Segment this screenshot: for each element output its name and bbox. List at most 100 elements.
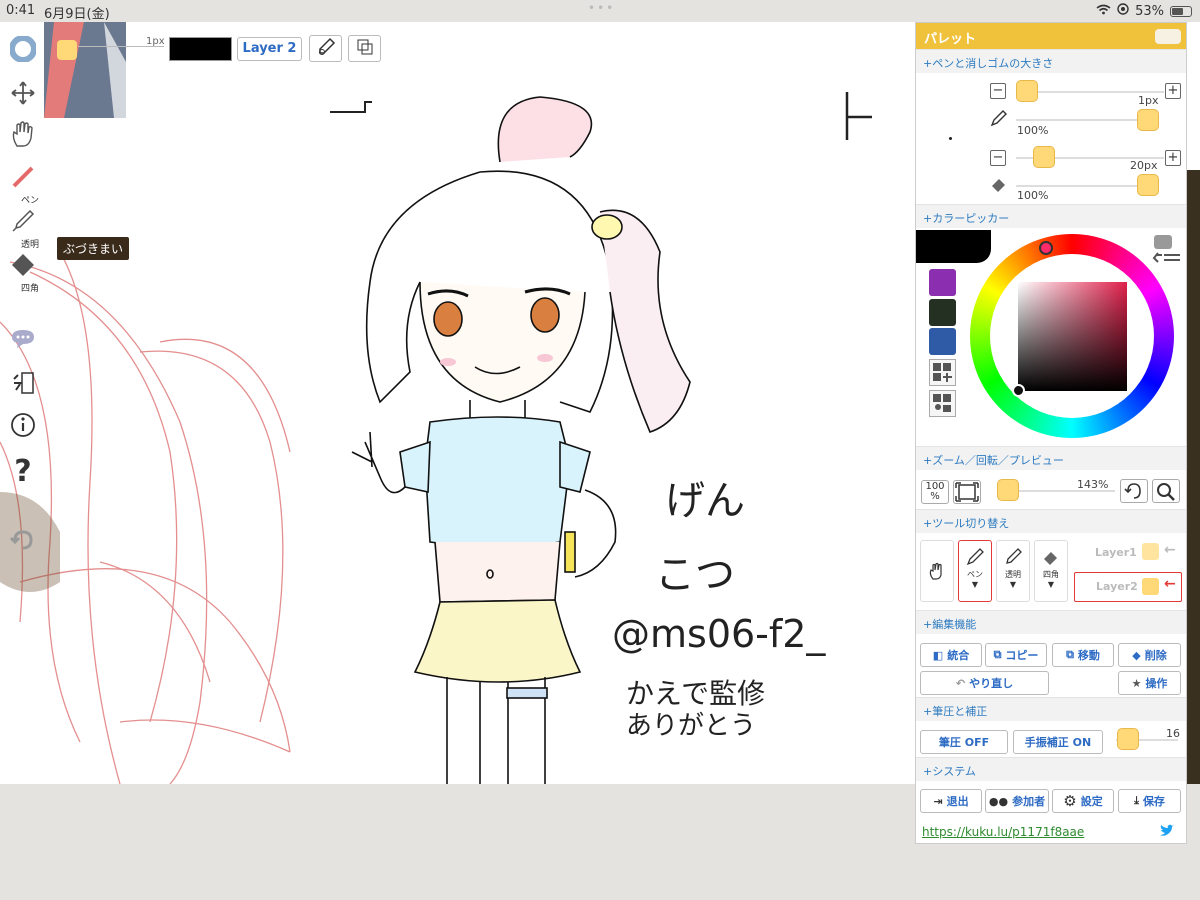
pen-size-knob[interactable]	[1016, 80, 1038, 102]
sv-selector[interactable]	[1012, 384, 1025, 397]
layer-row-1[interactable]: Layer1 ←	[1074, 540, 1182, 570]
palette-collapse-button[interactable]	[1155, 29, 1181, 44]
hand-small-icon	[929, 562, 942, 580]
move-button[interactable]: ⧉ 移動	[1052, 643, 1114, 667]
color-wheel[interactable]	[970, 234, 1174, 438]
chat-button[interactable]	[6, 328, 40, 353]
swatch-settings-button[interactable]	[929, 390, 956, 417]
exit-door-icon	[13, 372, 34, 394]
eraser-size-plus-button[interactable]: +	[1165, 150, 1181, 166]
current-color-chip[interactable]	[57, 40, 77, 60]
status-time: 0:41	[6, 3, 36, 18]
eraser-size-knob[interactable]	[1033, 146, 1055, 168]
canvas-preview-thumbnail[interactable]	[44, 22, 126, 118]
multitask-dots-icon[interactable]: •••	[588, 1, 615, 15]
eraser-opacity-knob[interactable]	[1137, 174, 1159, 196]
search-icon	[1157, 483, 1175, 501]
redo-button[interactable]: ↶ やり直し	[920, 671, 1049, 695]
eraser-opacity-track[interactable]	[1016, 185, 1151, 187]
switch-square-tool[interactable]: 四角 ▼	[1034, 540, 1068, 602]
settings-button[interactable]: ⚙ 設定	[1052, 789, 1114, 813]
section-pen-eraser-size[interactable]: +ペンと消しゴムの大きさ	[916, 49, 1186, 73]
status-right: 53%	[1096, 3, 1192, 19]
canvas-text-handle: @ms06-f2_	[612, 612, 826, 656]
save-button[interactable]: ⤓ 保存	[1118, 789, 1181, 813]
add-swatch-button[interactable]	[929, 359, 956, 386]
pen-opacity-track[interactable]	[1016, 119, 1151, 121]
info-button[interactable]	[6, 412, 40, 441]
exit-tool[interactable]	[6, 370, 40, 399]
section-zoom[interactable]: +ズーム／回転／プレビュー	[916, 446, 1186, 470]
secondary-color-swatch[interactable]	[169, 37, 232, 61]
square-tool[interactable]: 四角	[6, 252, 40, 294]
layer-1-arrow-icon: ←	[1164, 542, 1176, 558]
swatch-purple[interactable]	[929, 269, 956, 296]
pressure-toggle-button[interactable]: 筆圧 OFF	[920, 730, 1008, 754]
move-tool[interactable]	[6, 80, 40, 109]
pen-gear-icon	[316, 37, 336, 61]
copy-button[interactable]: ⧉ コピー	[985, 643, 1047, 667]
hand-icon	[12, 121, 33, 147]
layer-button[interactable]: Layer 2	[237, 37, 302, 61]
pen-tool[interactable]: ペン	[6, 164, 40, 206]
background-photo-sliver	[1187, 170, 1200, 784]
switch-hand-tool[interactable]	[920, 540, 954, 602]
section-tool-switch[interactable]: +ツール切り替え	[916, 509, 1186, 533]
fit-screen-button[interactable]	[953, 480, 981, 504]
grid-person-icon	[933, 394, 951, 412]
transparent-tool[interactable]: 透明	[6, 208, 40, 250]
zoom-100-button[interactable]: 100 %	[921, 480, 949, 504]
delete-icon: ◆	[1132, 648, 1141, 662]
copy-label: コピー	[1005, 649, 1039, 662]
pen-icon	[12, 166, 34, 188]
participants-label: 参加者	[1012, 795, 1046, 808]
merge-button[interactable]: ◧ 統合	[920, 643, 982, 667]
layer-1-label: Layer1	[1095, 546, 1137, 559]
pen-settings-button[interactable]	[309, 35, 342, 62]
zoom-value: 143%	[1077, 478, 1109, 491]
layer-2-arrow-icon: ←	[1164, 576, 1176, 592]
color-wheel-tool[interactable]	[6, 35, 40, 65]
saturation-value-square[interactable]	[1018, 282, 1127, 391]
section-color-picker[interactable]: +カラーピッカー	[916, 204, 1186, 228]
pen-size-minus-button[interactable]: −	[990, 83, 1006, 99]
undo-button[interactable]	[6, 528, 40, 555]
hue-selector[interactable]	[1039, 241, 1053, 255]
battery-percent: 53%	[1135, 3, 1164, 19]
pen-opacity-knob[interactable]	[1137, 109, 1159, 131]
twitter-icon[interactable]	[1159, 824, 1175, 841]
operate-button[interactable]: ★ 操作	[1118, 671, 1181, 695]
pen-size-plus-button[interactable]: +	[1165, 83, 1181, 99]
participants-button[interactable]: ●● 参加者	[985, 789, 1049, 813]
pen-small-icon	[966, 548, 984, 566]
zoom-search-button[interactable]	[1152, 479, 1180, 503]
help-button[interactable]: ?	[6, 454, 40, 489]
switch-transparent-tool[interactable]: 透明 ▼	[996, 540, 1030, 602]
swatch-blue[interactable]	[929, 328, 956, 355]
switch-pen-tool[interactable]: ペン ▼	[958, 540, 992, 602]
save-label: 保存	[1142, 795, 1165, 808]
share-url-link[interactable]: https://kuku.lu/p1171f8aae	[922, 825, 1084, 839]
stabilizer-knob[interactable]	[1117, 728, 1139, 750]
pen-size-value: 1px	[1138, 94, 1159, 107]
section-pressure[interactable]: +筆圧と補正	[916, 697, 1186, 721]
hand-tool[interactable]	[6, 120, 40, 151]
section-edit[interactable]: +編集機能	[916, 610, 1186, 634]
square-tool-label: 四角	[20, 284, 39, 294]
section-system[interactable]: +システム	[916, 757, 1186, 781]
zoom-knob[interactable]	[997, 479, 1019, 501]
eraser-size-minus-button[interactable]: −	[990, 150, 1006, 166]
rotate-reset-button[interactable]	[1120, 479, 1148, 503]
rotate-icon	[1124, 483, 1141, 499]
wifi-icon	[1096, 4, 1111, 19]
pen-size-track[interactable]	[1016, 91, 1164, 93]
exit-button[interactable]: ⇥ 退出	[920, 789, 982, 813]
swatch-dark-green[interactable]	[929, 299, 956, 326]
move-arrows-icon	[11, 81, 35, 105]
delete-button[interactable]: ◆ 削除	[1118, 643, 1181, 667]
color-mode-button[interactable]	[1150, 233, 1182, 265]
transform-button[interactable]	[348, 35, 381, 62]
layer-row-2[interactable]: Layer2 ←	[1074, 572, 1182, 602]
current-color-preview[interactable]	[916, 230, 991, 263]
stabilizer-toggle-button[interactable]: 手振補正 ON	[1013, 730, 1103, 754]
